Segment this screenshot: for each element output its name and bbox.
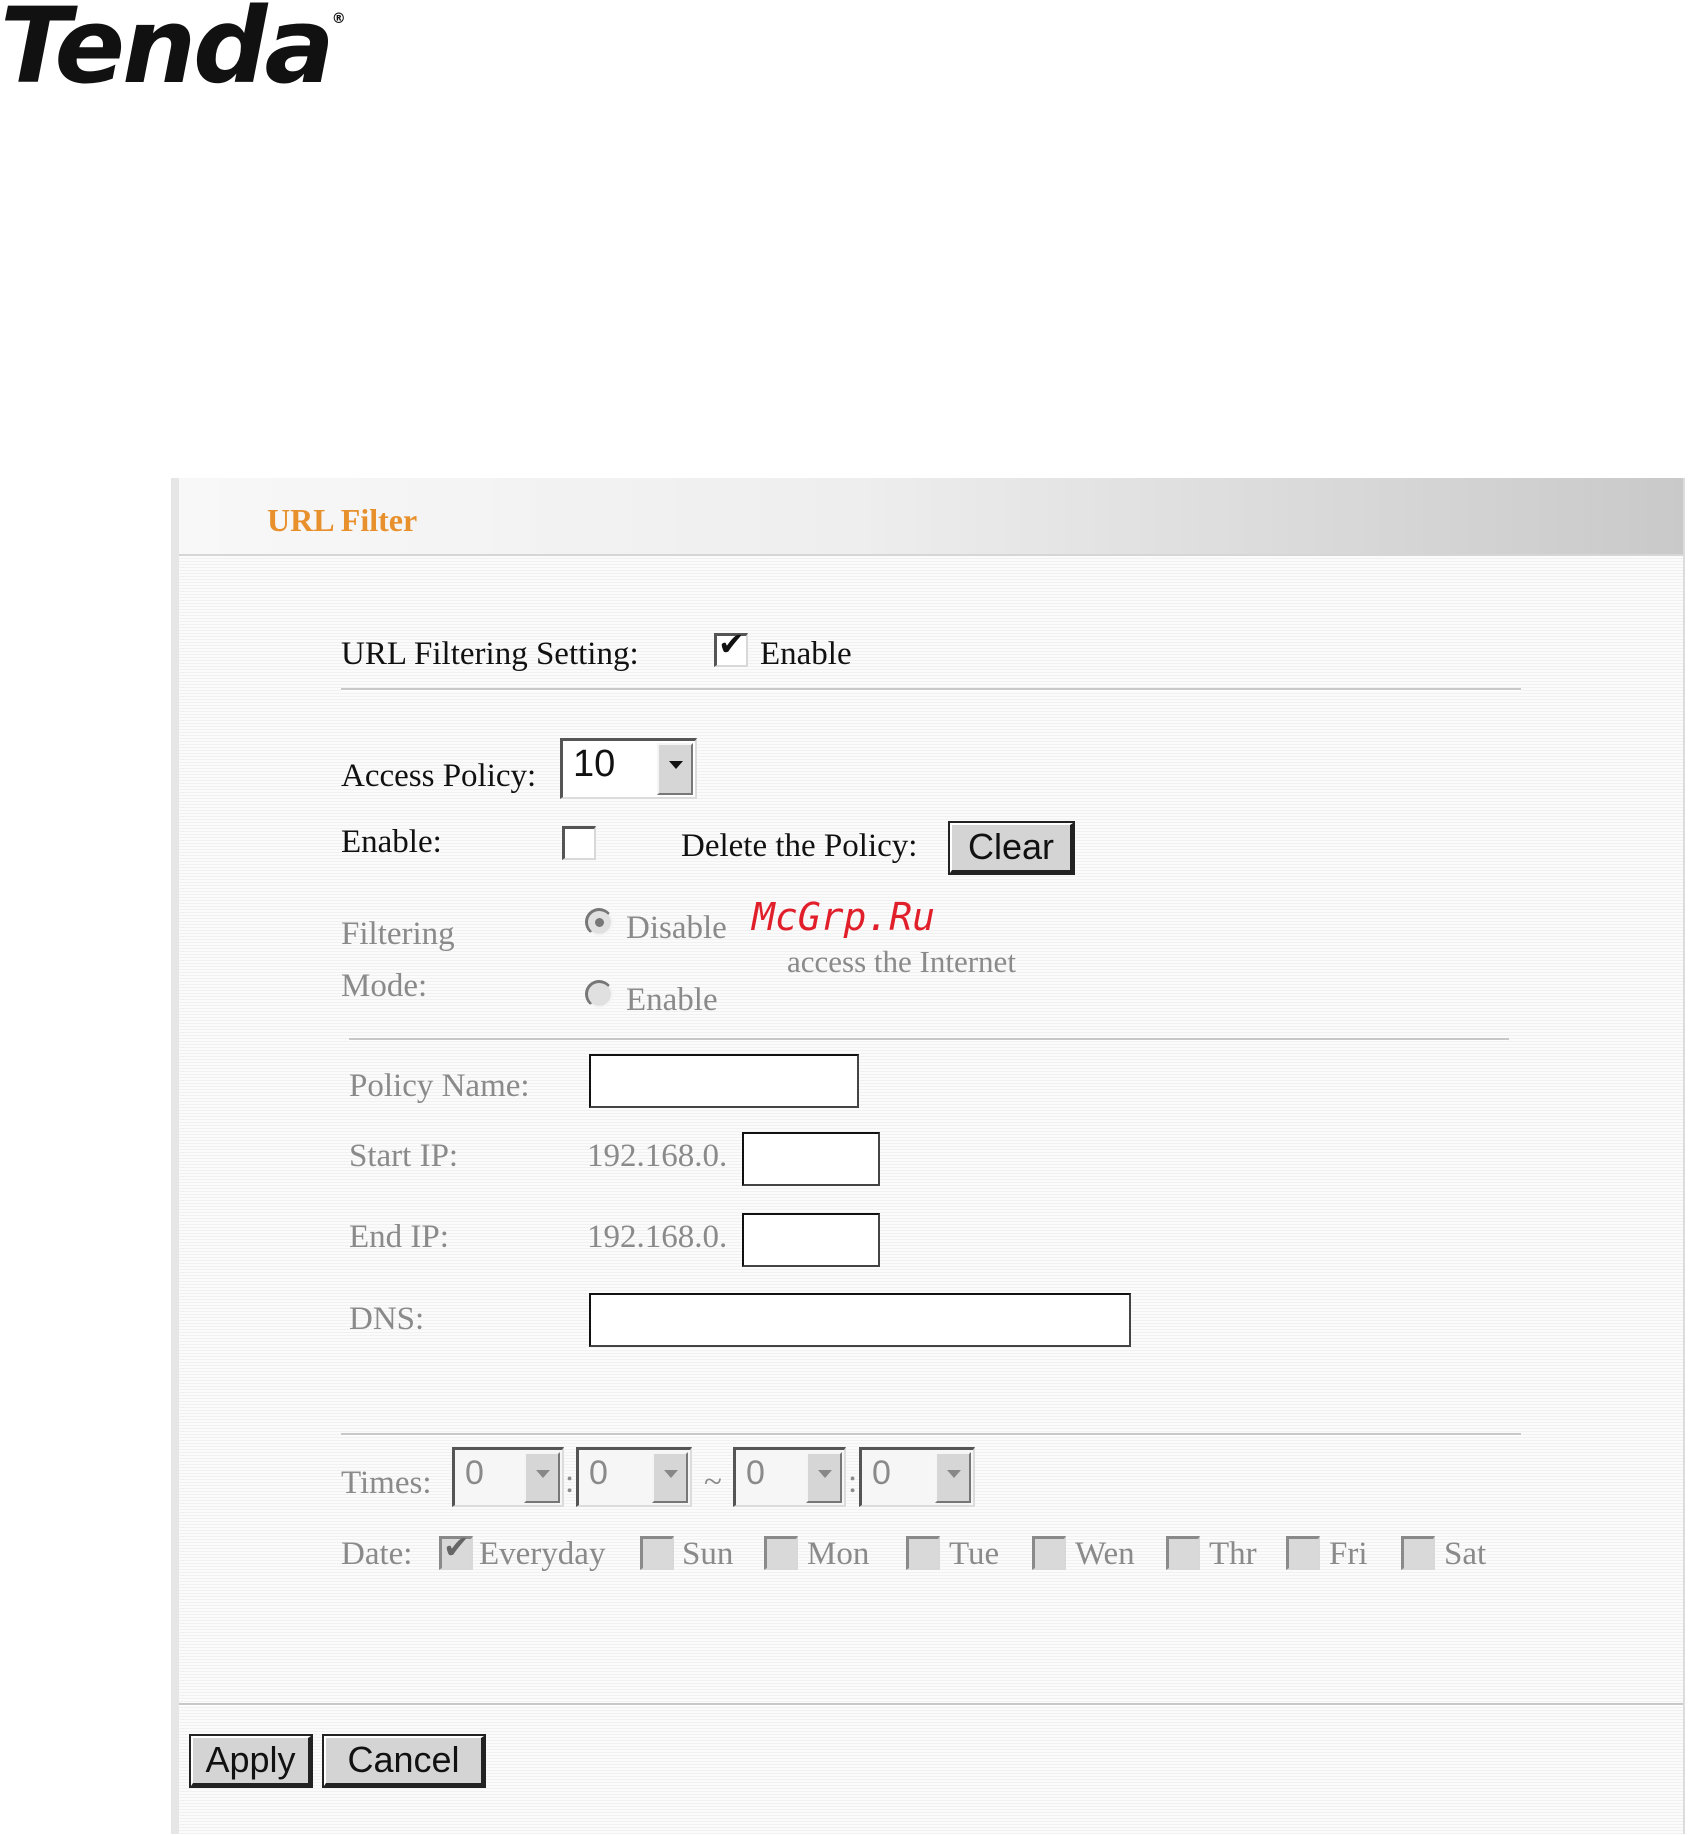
time-colon-separator: :: [565, 1464, 575, 1500]
end-minute-select[interactable]: 0: [859, 1447, 975, 1507]
divider: [349, 1038, 1509, 1041]
date-sun-checkbox[interactable]: [640, 1536, 674, 1570]
filtering-mode-disable-label: Disable: [626, 910, 727, 946]
date-thr-label: Thr: [1209, 1536, 1257, 1572]
end-hour-value: 0: [746, 1454, 765, 1492]
start-ip-input[interactable]: [742, 1132, 880, 1186]
cancel-button[interactable]: Cancel: [322, 1734, 486, 1788]
start-minute-value: 0: [589, 1454, 608, 1492]
end-ip-prefix: 192.168.0.: [587, 1219, 728, 1255]
policy-enable-label: Enable:: [341, 824, 442, 860]
filtering-mode-enable-radio[interactable]: [585, 980, 613, 1008]
end-hour-select[interactable]: 0: [733, 1447, 846, 1507]
url-filter-panel: URL Filter URL Filtering Setting: ✔ Enab…: [171, 478, 1685, 1834]
end-ip-label: End IP:: [349, 1219, 449, 1255]
apply-button[interactable]: Apply: [189, 1734, 313, 1788]
url-filtering-enable-label: Enable: [760, 636, 852, 672]
date-mon-checkbox[interactable]: [764, 1536, 798, 1570]
time-range-separator: ~: [704, 1464, 722, 1500]
chevron-down-icon[interactable]: [652, 1452, 688, 1503]
date-sat-label: Sat: [1444, 1536, 1487, 1572]
url-filtering-enable-checkbox[interactable]: ✔: [714, 628, 748, 667]
chevron-down-icon[interactable]: [935, 1452, 971, 1503]
start-hour-value: 0: [465, 1454, 484, 1492]
start-ip-prefix: 192.168.0.: [587, 1138, 728, 1174]
date-wen-checkbox[interactable]: [1032, 1536, 1066, 1570]
filtering-mode-disable-radio[interactable]: [585, 908, 613, 936]
panel-title: URL Filter: [267, 502, 418, 538]
start-minute-select[interactable]: 0: [576, 1447, 692, 1507]
tenda-logo: Tenda®: [0, 0, 346, 107]
access-policy-select[interactable]: 10: [560, 738, 697, 799]
filtering-mode-label-line1: Filtering: [341, 916, 455, 952]
date-everyday-label: Everyday: [479, 1536, 606, 1572]
policy-enable-checkbox[interactable]: [562, 826, 596, 860]
url-filtering-setting-label: URL Filtering Setting:: [341, 636, 639, 672]
radio-selected-dot: [595, 918, 604, 927]
policy-name-label: Policy Name:: [349, 1068, 530, 1104]
end-minute-value: 0: [872, 1454, 891, 1492]
end-ip-input[interactable]: [742, 1213, 880, 1267]
date-tue-label: Tue: [949, 1536, 1000, 1572]
date-tue-checkbox[interactable]: [906, 1536, 940, 1570]
access-policy-value: 10: [573, 743, 616, 785]
date-mon-label: Mon: [807, 1536, 870, 1572]
divider: [341, 1433, 1521, 1436]
divider: [341, 688, 1521, 691]
date-sat-checkbox[interactable]: [1401, 1536, 1435, 1570]
date-fri-label: Fri: [1329, 1536, 1368, 1572]
filtering-mode-enable-label: Enable: [626, 982, 718, 1018]
delete-policy-label: Delete the Policy:: [681, 828, 918, 864]
times-label: Times:: [341, 1465, 432, 1501]
panel-header: URL Filter: [179, 478, 1683, 556]
access-policy-label: Access Policy:: [341, 758, 537, 794]
time-colon-separator: :: [848, 1464, 858, 1500]
start-hour-select[interactable]: 0: [452, 1447, 564, 1507]
policy-name-input[interactable]: [589, 1054, 859, 1108]
divider: [179, 1703, 1683, 1706]
filtering-mode-label-line2: Mode:: [341, 968, 428, 1004]
filtering-mode-hint: access the Internet: [787, 944, 1016, 979]
date-sun-label: Sun: [682, 1536, 734, 1572]
chevron-down-icon[interactable]: [524, 1452, 560, 1503]
mcgrp-watermark: McGrp.Ru: [752, 895, 936, 939]
date-fri-checkbox[interactable]: [1286, 1536, 1320, 1570]
date-wen-label: Wen: [1075, 1536, 1135, 1572]
start-ip-label: Start IP:: [349, 1138, 459, 1174]
checkmark-icon: ✔: [443, 1528, 470, 1566]
date-label: Date:: [341, 1536, 413, 1572]
clear-button[interactable]: Clear: [948, 821, 1075, 875]
chevron-down-icon[interactable]: [657, 743, 693, 795]
dns-label: DNS:: [349, 1301, 425, 1337]
chevron-down-icon[interactable]: [806, 1452, 842, 1503]
dns-input[interactable]: [589, 1293, 1131, 1347]
date-everyday-checkbox[interactable]: ✔: [439, 1531, 473, 1570]
checkmark-icon: ✔: [718, 625, 745, 663]
date-thr-checkbox[interactable]: [1166, 1536, 1200, 1570]
